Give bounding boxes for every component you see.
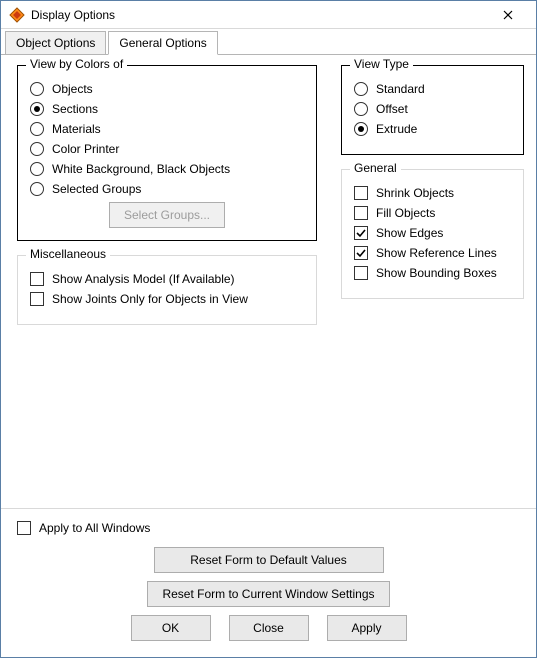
checkbox-label: Apply to All Windows — [39, 521, 150, 535]
radio-label: Extrude — [376, 122, 417, 136]
group-legend: Miscellaneous — [26, 247, 110, 261]
checkbox-label: Shrink Objects — [376, 186, 454, 200]
radio-row-offset[interactable]: Offset — [354, 102, 511, 116]
radio-label: Sections — [52, 102, 98, 116]
select-groups-button: Select Groups... — [109, 202, 225, 228]
apply-button[interactable]: Apply — [327, 615, 407, 641]
footer: Apply to All Windows Reset Form to Defau… — [1, 508, 536, 657]
checkbox-row-show-joints[interactable]: Show Joints Only for Objects in View — [30, 292, 304, 306]
radio-row-sections[interactable]: Sections — [30, 102, 304, 116]
radio-color-printer[interactable] — [30, 142, 44, 156]
reset-default-button[interactable]: Reset Form to Default Values — [154, 547, 384, 573]
radio-materials[interactable] — [30, 122, 44, 136]
checkbox-fill[interactable] — [354, 206, 368, 220]
tab-general-options[interactable]: General Options — [108, 31, 217, 55]
checkbox-show-bbox[interactable] — [354, 266, 368, 280]
group-legend: View Type — [350, 57, 413, 71]
right-column: View Type Standard Offset Extrude Genera… — [341, 65, 524, 498]
group-view-type: View Type Standard Offset Extrude — [341, 65, 524, 155]
group-legend: View by Colors of — [26, 57, 127, 71]
checkbox-row-show-edges[interactable]: Show Edges — [354, 226, 511, 240]
radio-sections[interactable] — [30, 102, 44, 116]
radio-row-objects[interactable]: Objects — [30, 82, 304, 96]
button-label: Apply — [351, 621, 381, 635]
radio-selected-groups[interactable] — [30, 182, 44, 196]
window-title: Display Options — [31, 8, 488, 22]
checkbox-label: Show Joints Only for Objects in View — [52, 292, 248, 306]
checkbox-label: Show Analysis Model (If Available) — [52, 272, 235, 286]
radio-label: Color Printer — [52, 142, 119, 156]
ok-button[interactable]: OK — [131, 615, 211, 641]
checkbox-label: Show Bounding Boxes — [376, 266, 497, 280]
checkbox-show-ref[interactable] — [354, 246, 368, 260]
radio-offset[interactable] — [354, 102, 368, 116]
group-general: General Shrink Objects Fill Objects Show… — [341, 169, 524, 299]
checkbox-row-show-ref[interactable]: Show Reference Lines — [354, 246, 511, 260]
radio-row-materials[interactable]: Materials — [30, 122, 304, 136]
radio-label: Objects — [52, 82, 93, 96]
left-column: View by Colors of Objects Sections Mater… — [17, 65, 317, 498]
radio-label: Materials — [52, 122, 101, 136]
tab-object-options[interactable]: Object Options — [5, 31, 106, 55]
checkbox-label: Fill Objects — [376, 206, 435, 220]
checkbox-row-show-analysis[interactable]: Show Analysis Model (If Available) — [30, 272, 304, 286]
button-label: Close — [253, 621, 284, 635]
radio-white-bg[interactable] — [30, 162, 44, 176]
checkbox-show-joints[interactable] — [30, 292, 44, 306]
group-view-by-colors: View by Colors of Objects Sections Mater… — [17, 65, 317, 241]
close-dialog-button[interactable]: Close — [229, 615, 309, 641]
radio-label: Selected Groups — [52, 182, 141, 196]
radio-label: Offset — [376, 102, 408, 116]
tab-label: Object Options — [16, 36, 95, 50]
checkbox-row-shrink[interactable]: Shrink Objects — [354, 186, 511, 200]
button-label: OK — [162, 621, 179, 635]
footer-buttons: Reset Form to Default Values Reset Form … — [17, 547, 520, 641]
button-label: Select Groups... — [124, 208, 210, 222]
radio-objects[interactable] — [30, 82, 44, 96]
radio-standard[interactable] — [354, 82, 368, 96]
content-area: View by Colors of Objects Sections Mater… — [1, 55, 536, 508]
checkbox-row-show-bbox[interactable]: Show Bounding Boxes — [354, 266, 511, 280]
radio-row-extrude[interactable]: Extrude — [354, 122, 511, 136]
checkbox-show-analysis[interactable] — [30, 272, 44, 286]
checkbox-row-apply-all[interactable]: Apply to All Windows — [17, 521, 520, 535]
checkbox-row-fill[interactable]: Fill Objects — [354, 206, 511, 220]
group-legend: General — [350, 161, 401, 175]
checkbox-apply-all[interactable] — [17, 521, 31, 535]
radio-label: White Background, Black Objects — [52, 162, 230, 176]
reset-current-button[interactable]: Reset Form to Current Window Settings — [147, 581, 389, 607]
checkbox-label: Show Edges — [376, 226, 443, 240]
radio-extrude[interactable] — [354, 122, 368, 136]
tab-strip: Object Options General Options — [1, 31, 536, 55]
radio-row-selected-groups[interactable]: Selected Groups — [30, 182, 304, 196]
button-label: Reset Form to Default Values — [190, 553, 347, 567]
radio-row-white-bg[interactable]: White Background, Black Objects — [30, 162, 304, 176]
tab-label: General Options — [119, 36, 206, 50]
button-label: Reset Form to Current Window Settings — [162, 587, 374, 601]
radio-label: Standard — [376, 82, 425, 96]
checkbox-shrink[interactable] — [354, 186, 368, 200]
checkbox-show-edges[interactable] — [354, 226, 368, 240]
radio-row-standard[interactable]: Standard — [354, 82, 511, 96]
titlebar: Display Options — [1, 1, 536, 29]
radio-row-color-printer[interactable]: Color Printer — [30, 142, 304, 156]
group-miscellaneous: Miscellaneous Show Analysis Model (If Av… — [17, 255, 317, 325]
close-button[interactable] — [488, 1, 528, 29]
app-icon — [9, 7, 25, 23]
checkbox-label: Show Reference Lines — [376, 246, 497, 260]
